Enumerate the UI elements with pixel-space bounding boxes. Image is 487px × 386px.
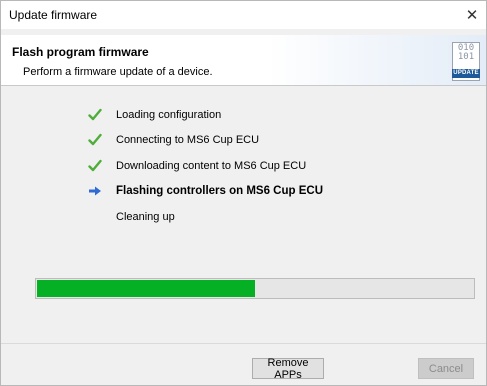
remove-apps-button[interactable]: Remove APPs — [252, 357, 324, 381]
checkmark-icon — [87, 132, 103, 148]
header-title: Flash program firmware — [12, 45, 149, 59]
step-downloading: Downloading content to MS6 Cup ECU — [87, 158, 306, 174]
step-flashing: Flashing controllers on MS6 Cup ECU — [87, 183, 323, 199]
dialog-footer: Remove APPs Cancel — [1, 343, 486, 386]
header-subtitle: Perform a firmware update of a device. — [23, 66, 213, 78]
title-bar: Update firmware ✕ — [1, 1, 486, 29]
step-label: Downloading content to MS6 Cup ECU — [116, 160, 307, 172]
step-connecting: Connecting to MS6 Cup ECU — [87, 132, 259, 148]
progress-fill — [37, 280, 255, 297]
checkmark-icon — [87, 107, 103, 123]
firmware-update-icon: 010 101 UPDATE — [452, 42, 480, 81]
progress-bar — [35, 278, 475, 299]
step-label: Loading configuration — [116, 109, 222, 121]
checkmark-icon — [87, 158, 103, 174]
update-firmware-dialog: Update firmware ✕ Flash program firmware… — [0, 0, 487, 386]
window-title: Update firmware — [9, 8, 98, 22]
wizard-header: Flash program firmware Perform a firmwar… — [1, 35, 486, 86]
step-label: Flashing controllers on MS6 Cup ECU — [116, 185, 324, 197]
close-button[interactable]: ✕ — [458, 1, 486, 29]
step-label: Connecting to MS6 Cup ECU — [116, 134, 260, 146]
step-loading-configuration: Loading configuration — [87, 107, 221, 123]
step-cleaning-up: Cleaning up — [116, 209, 175, 225]
binary-bits: 010 101 — [457, 43, 475, 62]
arrow-right-icon — [87, 183, 103, 199]
close-icon: ✕ — [465, 7, 479, 24]
update-tag: UPDATE — [452, 69, 480, 78]
cancel-button[interactable]: Cancel — [418, 358, 474, 379]
step-label: Cleaning up — [116, 211, 175, 223]
